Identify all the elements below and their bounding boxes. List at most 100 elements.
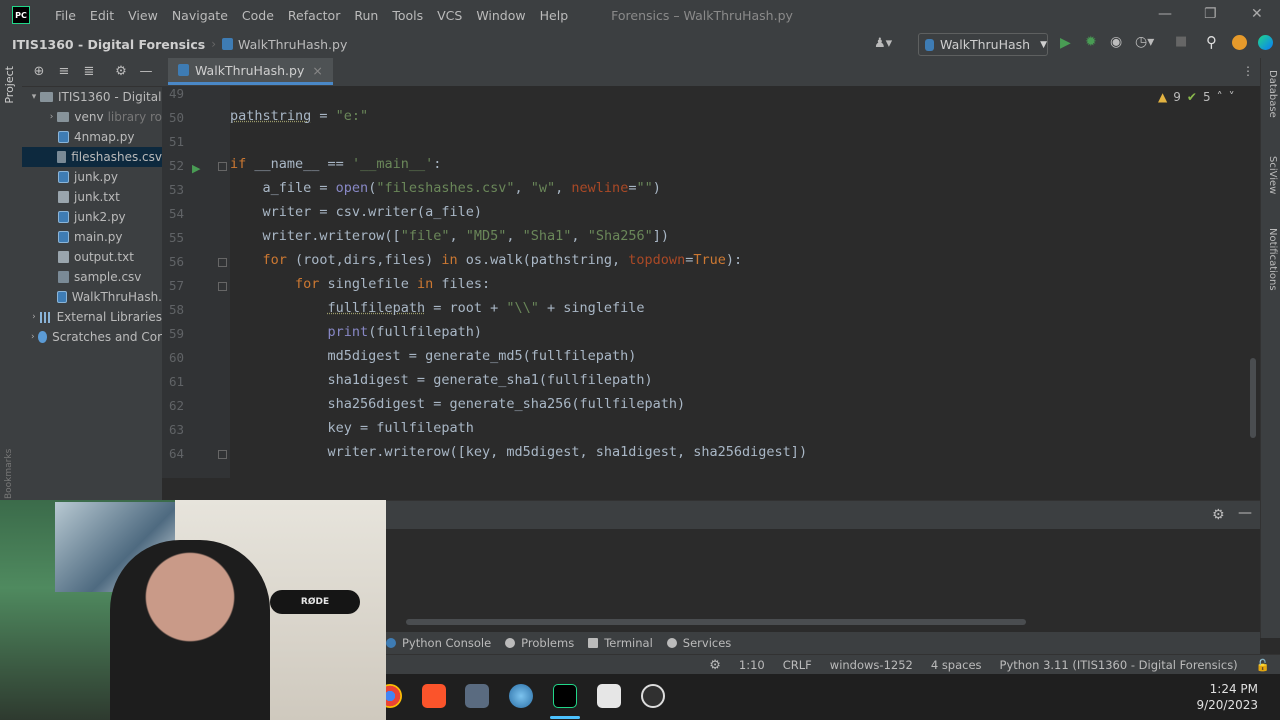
code-line[interactable]: for singlefile in files: [230,276,490,292]
minimize-icon[interactable]: — [1158,6,1172,22]
jetbrains-ai-icon[interactable] [1258,35,1273,50]
chevron-right-icon[interactable]: › [28,332,38,342]
file-encoding[interactable]: windows-1252 [830,658,913,672]
tree-item[interactable]: main.py [22,227,162,247]
menu-code[interactable]: Code [235,8,281,23]
editor-tab-walkthruhash[interactable]: WalkThruHash.py × [168,58,333,85]
search-icon[interactable]: ⚲ [1206,33,1217,51]
terminal-tab[interactable]: Terminal [588,636,653,650]
close-icon[interactable]: ✕ [1251,6,1263,22]
fold-marker-icon[interactable] [218,450,227,459]
code-line[interactable]: writer.writerow([key, md5digest, sha1dig… [230,444,808,460]
tree-item[interactable]: junk.txt [22,187,162,207]
breadcrumb-file[interactable]: WalkThruHash.py [238,37,347,52]
menu-vcs[interactable]: VCS [430,8,469,23]
sciview-tool-tab[interactable]: SciView [1264,156,1278,194]
user-icon[interactable]: ♟▾ [874,36,892,51]
browser-icon[interactable] [509,684,533,708]
line-separator[interactable]: CRLF [783,658,812,672]
h-app-icon[interactable] [597,684,621,708]
tree-item[interactable]: fileshashes.csv [22,147,162,167]
inspection-widget[interactable]: ▲ 9 ✔ 5 ˄ ˅ [1158,90,1235,104]
obs-icon[interactable] [641,684,665,708]
coverage-icon[interactable]: ◉ [1110,34,1122,50]
lock-icon[interactable]: 🔓 [1256,658,1270,672]
menu-file[interactable]: File [48,8,83,23]
tree-item[interactable]: junk.py [22,167,162,187]
notifications-tool-tab[interactable]: Notifications [1264,228,1278,291]
fold-marker-icon[interactable] [218,258,227,267]
code-line[interactable]: a_file = open("fileshashes.csv", "w", ne… [230,180,661,196]
code-line[interactable]: if __name__ == '__main__': [230,156,441,172]
python-console-tab[interactable]: Python Console [386,636,491,650]
tree-item[interactable]: junk2.py [22,207,162,227]
code-line[interactable]: pathstring = "e:" [230,108,368,124]
code-line[interactable]: writer = csv.writer(a_file) [230,204,482,220]
code-line[interactable]: key = fullfilepath [230,420,474,436]
menu-navigate[interactable]: Navigate [165,8,235,23]
code-line[interactable]: sha256digest = generate_sha256(fullfilep… [230,396,686,412]
editor-scrollbar[interactable] [1250,358,1256,438]
tree-item[interactable]: › Scratches and Cor [22,327,162,347]
gear-icon[interactable]: ⚙ [113,64,129,80]
app-icon[interactable] [465,684,489,708]
chevron-up-icon[interactable]: ˄ [1217,90,1223,104]
python-interpreter[interactable]: Python 3.11 (ITIS1360 - Digital Forensic… [1000,658,1238,672]
hide-icon[interactable]: — [1238,505,1252,521]
close-tab-icon[interactable]: × [312,63,322,78]
tree-item[interactable]: output.txt [22,247,162,267]
menu-view[interactable]: View [121,8,165,23]
pycharm-icon[interactable] [553,684,577,708]
menu-refactor[interactable]: Refactor [281,8,347,23]
caret-position[interactable]: 1:10 [739,658,765,672]
debug-icon[interactable]: ✹ [1085,34,1097,50]
run-configuration-select[interactable]: WalkThruHash ▼ [918,33,1048,56]
hide-icon[interactable]: — [138,64,154,80]
profile-icon[interactable]: ◷▾ [1135,34,1154,50]
menu-help[interactable]: Help [533,8,576,23]
tree-item[interactable]: 4nmap.py [22,127,162,147]
project-tool-tab[interactable]: Project [3,66,19,104]
run-icon[interactable]: ▶ [1060,35,1071,51]
fold-marker-icon[interactable] [218,162,227,171]
code-line[interactable]: md5digest = generate_md5(fullfilepath) [230,348,637,364]
problems-tab[interactable]: Problems [505,636,574,650]
code-line[interactable]: sha1digest = generate_sha1(fullfilepath) [230,372,653,388]
chevron-right-icon[interactable]: › [46,112,57,122]
collapse-all-icon[interactable]: ≣ [81,64,97,80]
horizontal-scrollbar[interactable] [406,619,1026,625]
chevron-down-icon[interactable]: ˅ [1229,90,1235,104]
crosshair-icon[interactable]: ⊕ [31,64,47,80]
tree-item[interactable]: sample.csv [22,267,162,287]
chevron-down-icon[interactable]: ▾ [28,92,40,102]
restore-icon[interactable]: ❐ [1204,6,1217,22]
tree-item[interactable]: › External Libraries [22,307,162,327]
code-line[interactable]: for (root,dirs,files) in os.walk(pathstr… [230,252,743,268]
code-line[interactable]: fullfilepath = root + "\\" + singlefile [230,300,645,316]
gear-icon[interactable]: ⚙ [1212,507,1225,523]
brave-icon[interactable] [422,684,446,708]
menu-edit[interactable]: Edit [83,8,121,23]
expand-all-icon[interactable]: ≡ [56,64,72,80]
code-line[interactable]: print(fullfilepath) [230,324,482,340]
bookmarks-tool-tab[interactable]: Bookmarks [4,443,14,499]
fold-marker-icon[interactable] [218,282,227,291]
tree-item[interactable]: › venv library ro [22,107,162,127]
code-line[interactable]: writer.writerow(["file", "MD5", "Sha1", … [230,228,669,244]
tree-item[interactable]: ▾ ITIS1360 - Digital [22,87,162,107]
indent-setting[interactable]: 4 spaces [931,658,982,672]
breadcrumb-project[interactable]: ITIS1360 - Digital Forensics [12,37,205,52]
tree-item[interactable]: WalkThruHash. [22,287,162,307]
menu-window[interactable]: Window [469,8,532,23]
chevron-right-icon[interactable]: › [28,312,40,322]
run-gutter-icon[interactable]: ▶ [192,162,200,175]
menu-run[interactable]: Run [347,8,385,23]
more-options-icon[interactable]: ⋮ [1242,64,1254,78]
database-tool-tab[interactable]: Database [1264,70,1278,118]
menu-tools[interactable]: Tools [385,8,430,23]
background-tasks-icon[interactable]: ⚙ [709,658,721,673]
update-icon[interactable] [1232,35,1247,50]
services-tab[interactable]: Services [666,636,731,650]
stop-icon[interactable]: ■ [1175,34,1187,49]
system-clock[interactable]: 1:24 PM 9/20/2023 [1196,681,1258,713]
